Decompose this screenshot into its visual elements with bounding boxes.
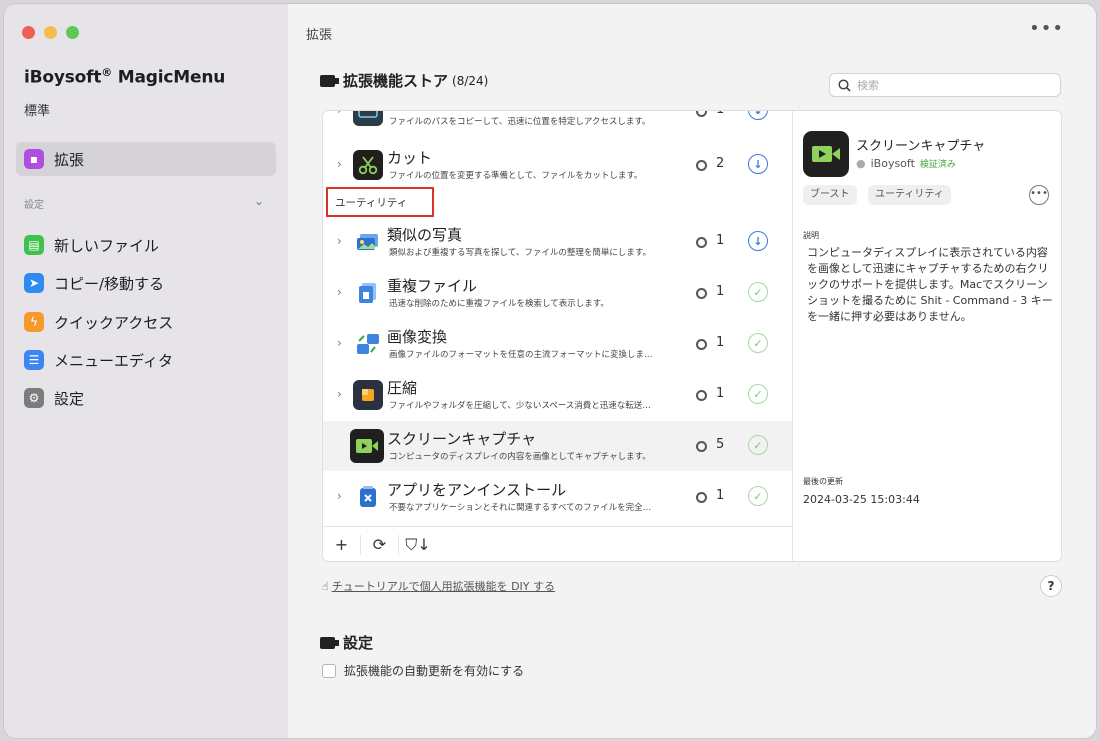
sidebar-item-quick-access[interactable]: ϟ クイックアクセス [16,305,276,339]
tutorial-link[interactable]: ☝ チュートリアルで個人用拡張機能を DIY する [322,578,555,594]
list-item[interactable]: › アプリをアンインストール 不要なアプリケーションとそれに関連するすべてのファ… [323,472,792,522]
sidebar-item-settings[interactable]: ⚙ 設定 [16,381,276,415]
list-toolbar: + ⟳ ⛉↓ [323,526,792,561]
download-count-icon [696,492,707,503]
extension-list[interactable]: › ファイルのパスをコピーして、迅速に位置を特定しアクセスします。 1 ↓ › … [323,111,792,526]
filter-sort-button[interactable]: ⛉↓ [399,535,437,555]
auto-update-setting[interactable]: 拡張機能の自動更新を有効にする [322,662,524,679]
plug-icon [320,636,339,649]
sidebar-item-menu-editor[interactable]: ☰ メニューエディタ [16,343,276,377]
chevron-right-icon[interactable]: › [337,111,342,117]
installed-check-icon[interactable]: ✓ [748,435,768,455]
scissors-icon [353,150,383,180]
plug-icon [320,74,339,87]
sidebar-item-extensions[interactable]: ▪ 拡張 [16,142,276,176]
new-file-icon: ▤ [24,235,44,255]
chevron-right-icon[interactable]: › [337,387,342,401]
download-count-icon [696,160,707,171]
detail-author: ● iBoysoft 検証済み [856,157,956,170]
add-extension-button[interactable]: + [323,535,361,555]
installed-check-icon[interactable]: ✓ [748,333,768,353]
download-count-icon [696,237,707,248]
download-count-icon [696,111,707,117]
download-button[interactable]: ↓ [748,111,768,120]
chevron-right-icon[interactable]: › [337,157,342,171]
sidebar-item-copy-move[interactable]: ➤ コピー/移動する [16,266,276,300]
close-window-button[interactable] [22,26,35,39]
main-content: 拡張 ••• 拡張機能ストア(8/24) › ファイルのパスをコピーして、迅速に… [288,4,1096,738]
list-item[interactable]: › カット ファイルの位置を変更する準備として、ファイルをカットします。 2 ↓ [323,140,792,190]
user-icon: ● [856,157,866,170]
chevron-down-icon[interactable]: ⌄ [254,194,264,208]
auto-update-checkbox[interactable] [322,663,336,678]
description-label: 説明 [803,231,819,240]
send-icon: ➤ [24,273,44,293]
search-input[interactable] [857,78,1047,92]
refresh-button[interactable]: ⟳ [361,535,399,555]
installed-check-icon[interactable]: ✓ [748,384,768,404]
search-box[interactable] [829,73,1061,97]
download-count-icon [696,441,707,452]
installed-check-icon[interactable]: ✓ [748,486,768,506]
chevron-right-icon[interactable]: › [337,285,342,299]
gear-icon: ⚙ [24,388,44,408]
description-text: コンピュータディスプレイに表示されている内容を画像として迅速にキャプチャするため… [807,246,1053,323]
compress-icon [353,380,383,410]
duplicate-file-icon [353,278,383,308]
chevron-right-icon[interactable]: › [337,234,342,248]
help-button[interactable]: ? [1040,575,1062,597]
app-name: iBoysoft® MagicMenu [24,66,226,88]
extension-detail-pane: スクリーンキャプチャ ● iBoysoft 検証済み ブースト ユーティリティ … [792,111,1061,561]
chevron-right-icon[interactable]: › [337,336,342,350]
search-icon [838,78,851,92]
last-updated-label: 最後の更新 [803,477,843,486]
pointer-icon: ☝ [322,580,329,593]
chevron-right-icon[interactable]: › [337,489,342,503]
list-icon: ☰ [24,350,44,370]
zoom-window-button[interactable] [66,26,79,39]
last-updated-value: 2024-03-25 15:03:44 [803,493,920,506]
sidebar-item-new-file[interactable]: ▤ 新しいファイル [16,228,276,262]
installed-check-icon[interactable]: ✓ [748,282,768,302]
uninstall-icon [353,482,383,512]
screen-capture-icon [350,429,384,463]
list-item-selected[interactable]: スクリーンキャプチャ コンピュータのディスプレイの内容を画像としてキャプチャしま… [323,421,792,471]
settings-title: 設定 [320,632,373,653]
list-item[interactable]: › 重複ファイル 迅速な削除のために重複ファイルを検索して表示します。 1 ✓ [323,268,792,318]
tag-utility: ユーティリティ [868,185,951,205]
download-count-icon [696,288,707,299]
more-options-icon[interactable]: ••• [1029,18,1064,39]
settings-section-label: 設定 [24,200,44,211]
ellipsis-icon[interactable]: ••• [1029,185,1049,205]
screen-capture-icon [803,131,849,177]
store-title: 拡張機能ストア (8/24) [320,70,488,91]
verified-badge: 検証済み [919,160,956,170]
list-item[interactable]: › 圧縮 ファイルやフォルダを圧縮して、少ないスペース消費と迅速な転送… 1 ✓ [323,370,792,420]
minimize-window-button[interactable] [44,26,57,39]
image-convert-icon [353,329,383,359]
extension-icon: ▪ [24,149,44,169]
copy-path-icon [353,111,383,126]
download-button[interactable]: ↓ [748,154,768,174]
download-count-icon [696,390,707,401]
tag-boost: ブースト [803,185,857,205]
list-item[interactable]: › 画像変換 画像ファイルのフォーマットを任意の主流フォーマットに変換しま… 1… [323,319,792,369]
list-item[interactable]: › ファイルのパスをコピーして、迅速に位置を特定しアクセスします。 1 ↓ [323,111,792,136]
detail-title: スクリーンキャプチャ [856,139,986,154]
app-edition: 標準 [24,104,51,119]
download-count-icon [696,339,707,350]
category-label-utility: ユーティリティ [326,187,434,217]
extension-store-panel: › ファイルのパスをコピーして、迅速に位置を特定しアクセスします。 1 ↓ › … [322,110,1062,562]
photo-icon [353,227,383,257]
page-title: 拡張 [306,28,333,43]
sidebar: iBoysoft® MagicMenu 標準 ▪ 拡張 設定 ⌄ ▤ 新しいファ… [4,4,288,738]
list-item[interactable]: › 類似の写真 類似および重複する写真を探して、ファイルの整理を簡単にします。 … [323,217,792,267]
bolt-icon: ϟ [24,312,44,332]
app-window: iBoysoft® MagicMenu 標準 ▪ 拡張 設定 ⌄ ▤ 新しいファ… [4,4,1096,738]
download-button[interactable]: ↓ [748,231,768,251]
